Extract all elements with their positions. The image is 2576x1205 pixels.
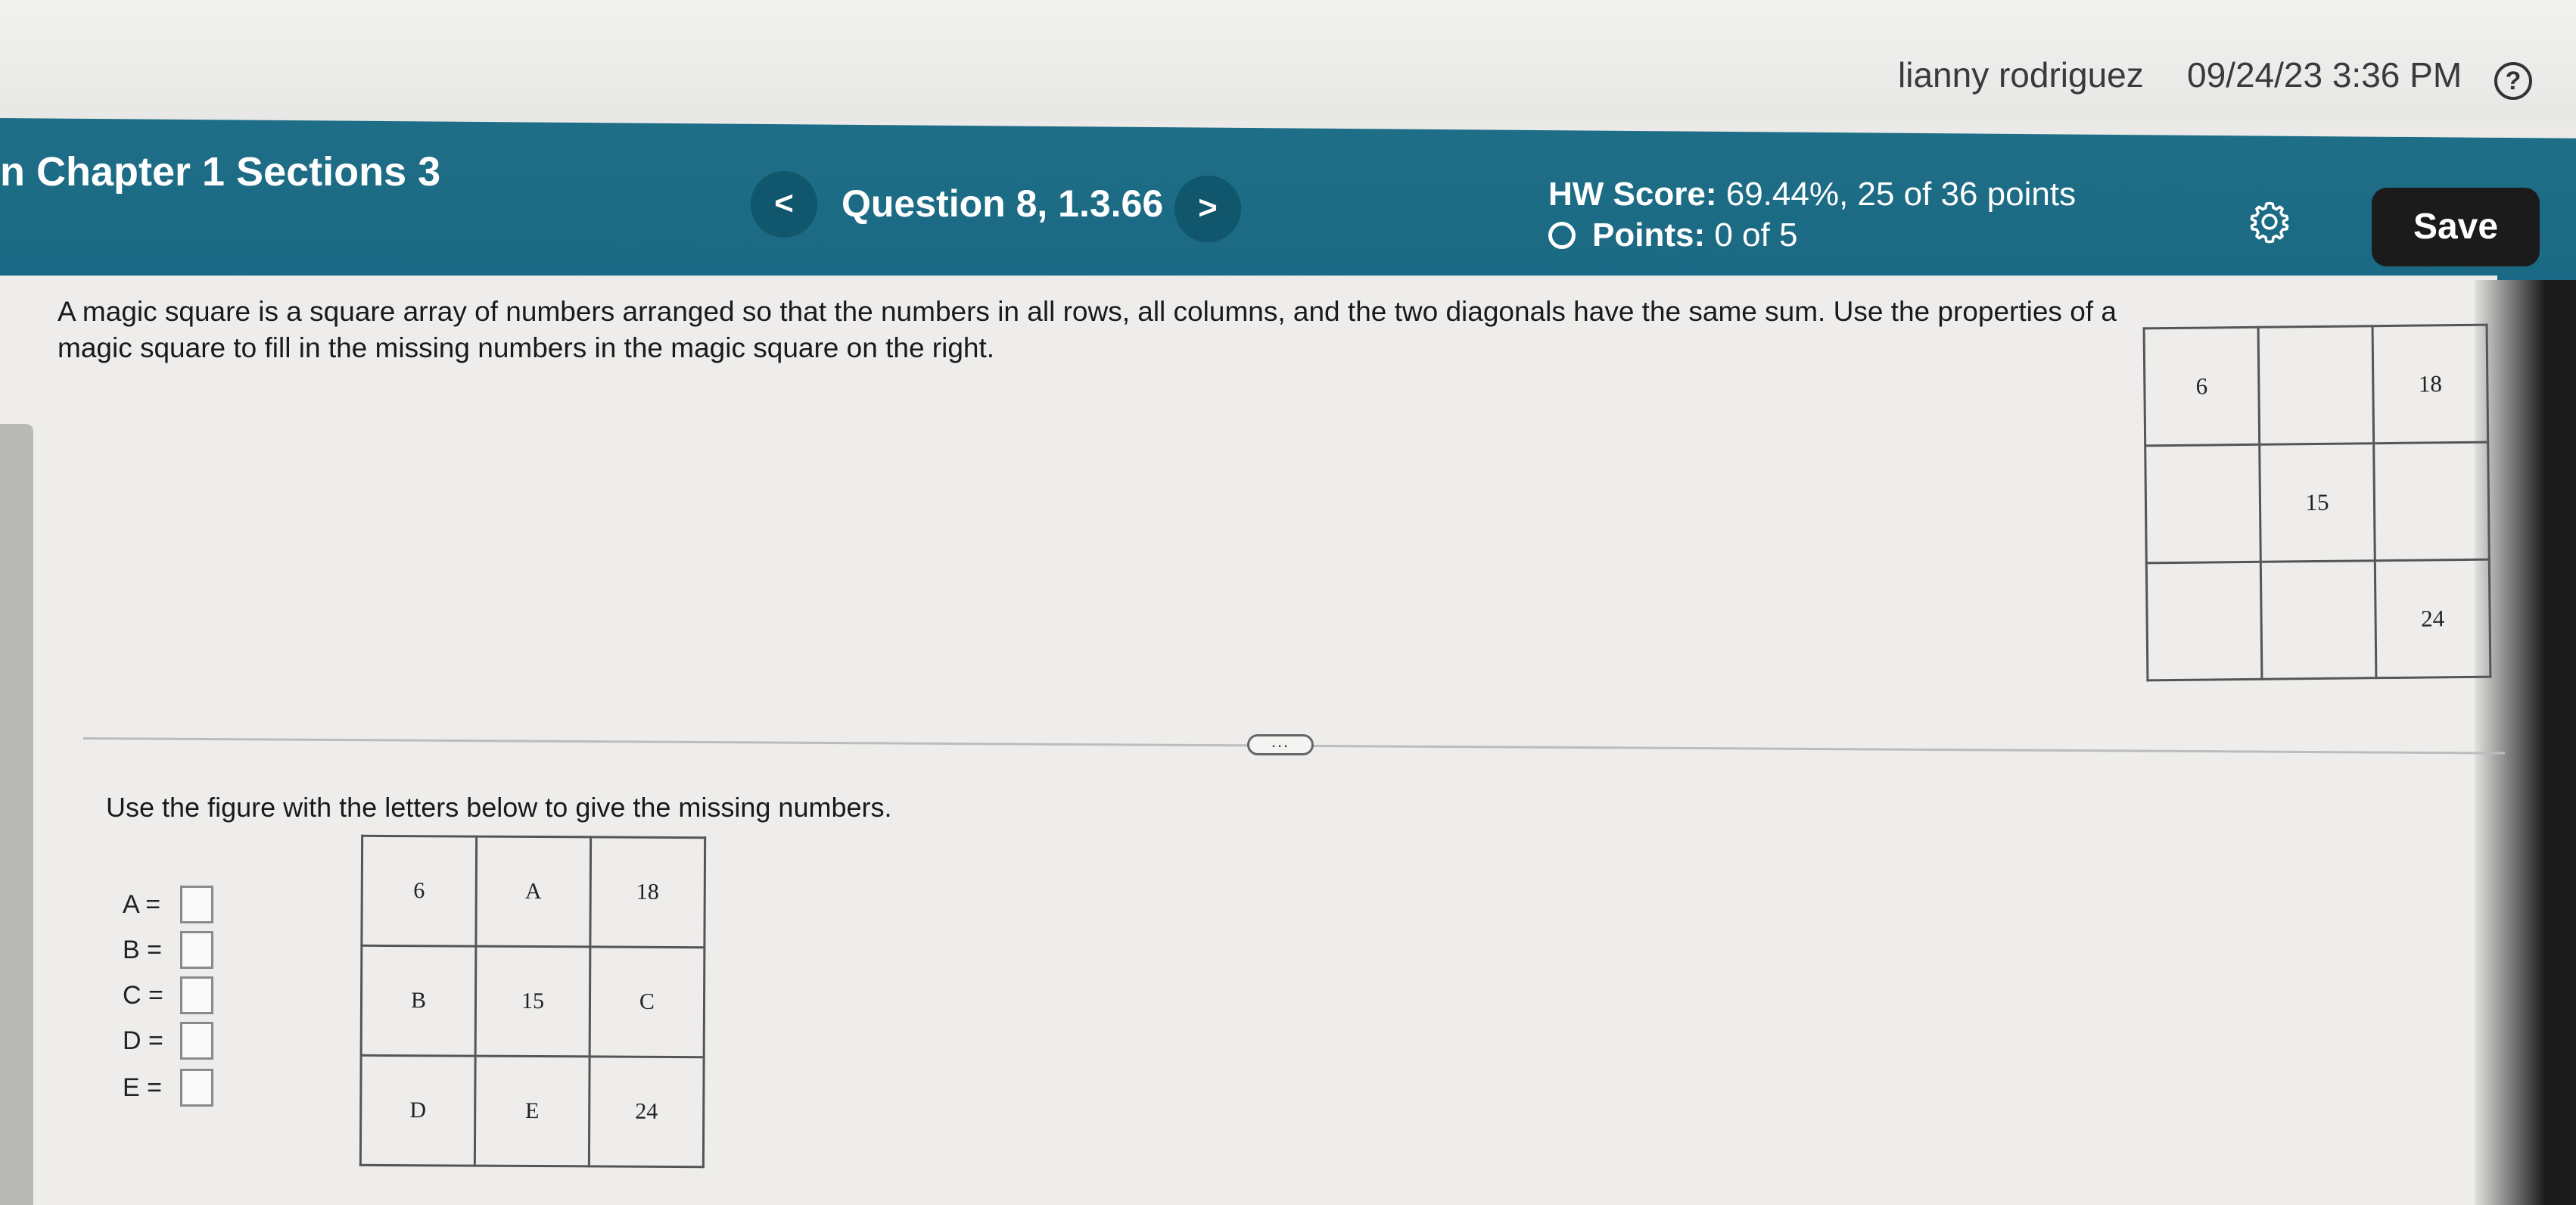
save-button[interactable]: Save xyxy=(2372,188,2540,266)
grid-cell: 15 xyxy=(2259,443,2375,562)
date-time: 09/24/23 3:36 PM xyxy=(2187,55,2462,95)
grid-cell: 6 xyxy=(361,836,477,947)
grid-row: D E 24 xyxy=(360,1055,705,1167)
grid-cell-letter: B xyxy=(361,945,476,1057)
magic-square-figure: 6 18 15 24 xyxy=(2143,324,2492,682)
previous-question-button[interactable]: < xyxy=(751,171,817,238)
points-label: Points: xyxy=(1592,216,1706,254)
instruction-text: Use the figure with the letters below to… xyxy=(106,792,892,823)
question-label: Question 8, 1.3.66 xyxy=(842,182,1164,225)
answer-input-b[interactable] xyxy=(180,931,213,969)
answer-input-d[interactable] xyxy=(180,1022,213,1060)
hw-score-label: HW Score: xyxy=(1548,176,1717,213)
screen-edge xyxy=(2475,280,2576,1205)
grid-cell-letter: D xyxy=(360,1055,476,1166)
user-name: lianny rodriguez xyxy=(1898,55,2144,95)
grid-cell xyxy=(2373,442,2490,561)
grid-cell-letter: A xyxy=(475,836,591,947)
grid-row: 6 18 xyxy=(2144,325,2488,446)
points-value: 0 of 5 xyxy=(1714,216,1798,254)
grid-cell: 18 xyxy=(590,836,705,948)
answer-input-a[interactable] xyxy=(180,886,213,923)
lettered-magic-square: 6 A 18 B 15 C D E 24 xyxy=(359,835,706,1168)
help-icon[interactable]: ? xyxy=(2494,62,2532,100)
answer-label: B = xyxy=(123,935,162,964)
grid-cell: 24 xyxy=(2375,559,2490,678)
grid-cell: 24 xyxy=(589,1056,705,1167)
grid-cell xyxy=(2258,325,2374,445)
grid-cell: 15 xyxy=(475,946,590,1057)
points-row: Points: 0 of 5 xyxy=(1548,216,1797,254)
grid-cell xyxy=(2260,560,2376,680)
grid-cell xyxy=(2146,562,2262,680)
answer-label: D = xyxy=(123,1026,163,1055)
answer-label: C = xyxy=(123,980,163,1010)
top-bar: lianny rodriguez 09/24/23 3:36 PM ? xyxy=(0,0,2576,121)
answer-row-a: A = xyxy=(123,886,213,928)
grid-row: 15 xyxy=(2145,442,2490,563)
next-question-button[interactable]: > xyxy=(1174,176,1241,242)
answer-input-e[interactable] xyxy=(180,1069,213,1107)
answer-row-d: D = xyxy=(123,1022,213,1064)
page: lianny rodriguez 09/24/23 3:36 PM ? n Ch… xyxy=(0,0,2576,1205)
gear-icon[interactable] xyxy=(2246,198,2293,245)
answer-row-b: B = xyxy=(123,931,213,973)
grid-cell xyxy=(2145,444,2261,563)
hw-score-value: 69.44%, 25 of 36 points xyxy=(1725,176,2077,213)
grid-row: 6 A 18 xyxy=(361,836,705,948)
answer-label: E = xyxy=(123,1073,162,1102)
course-title: n Chapter 1 Sections 3 xyxy=(0,149,441,195)
grid-cell: 18 xyxy=(2372,325,2488,444)
expand-more-button[interactable]: ... xyxy=(1247,733,1314,755)
grid-cell-letter: E xyxy=(474,1056,590,1166)
answer-row-e: E = xyxy=(123,1069,213,1111)
grid-cell: 6 xyxy=(2144,327,2260,446)
answer-input-c[interactable] xyxy=(180,976,213,1014)
answer-label: A = xyxy=(123,889,161,919)
question-text: A magic square is a square array of numb… xyxy=(58,296,2117,363)
answer-row-c: C = xyxy=(123,976,213,1019)
grid-cell-letter: C xyxy=(590,946,705,1057)
left-scroll-strip xyxy=(0,424,33,1205)
circle-icon xyxy=(1548,222,1576,249)
grid-row: B 15 C xyxy=(361,945,705,1057)
grid-row: 24 xyxy=(2146,559,2490,680)
hw-score: HW Score: 69.44%, 25 of 36 points xyxy=(1548,176,2076,213)
